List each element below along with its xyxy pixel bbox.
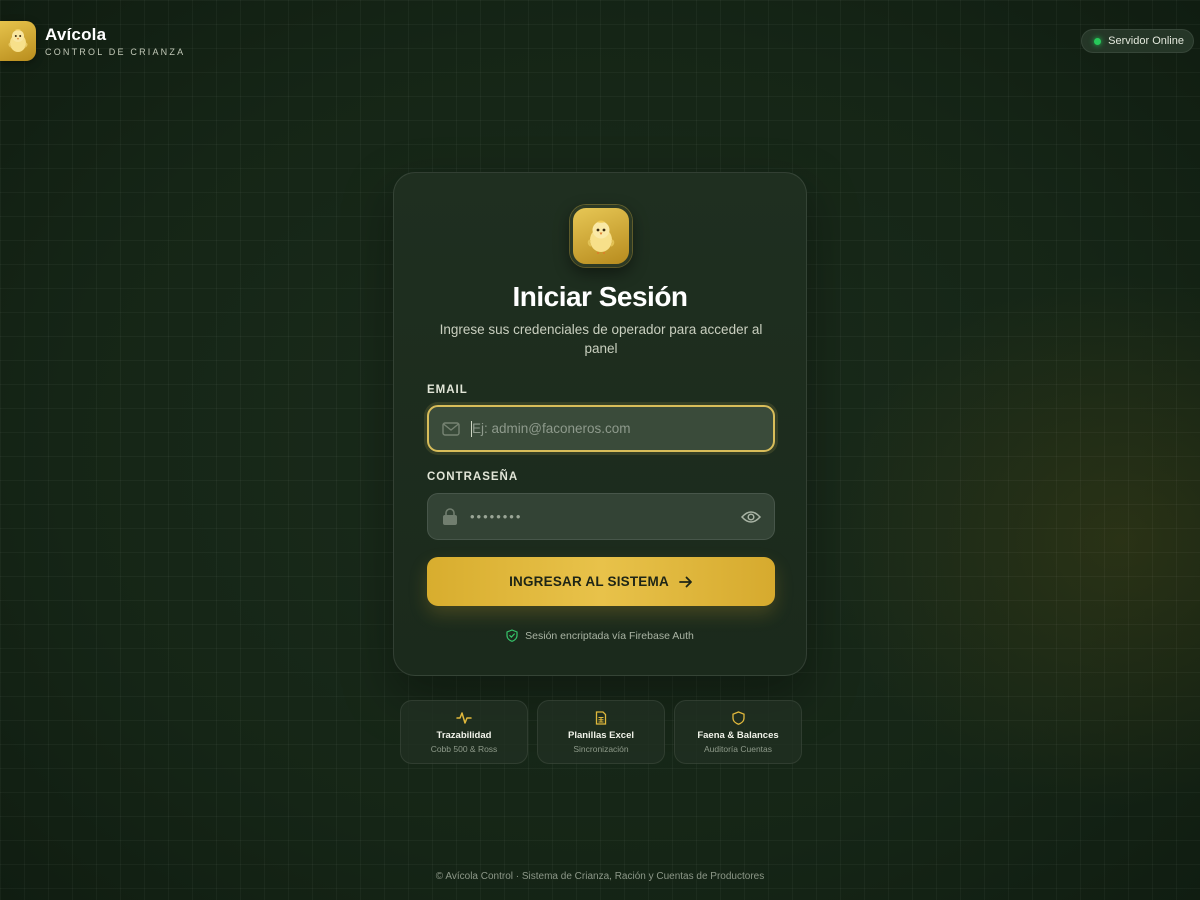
email-label: EMAIL <box>427 384 468 396</box>
shield-check-icon <box>506 629 518 642</box>
brand-title: Avícola <box>45 25 107 44</box>
chick-icon <box>570 205 632 267</box>
email-field[interactable] <box>427 405 775 452</box>
chick-icon <box>0 21 36 61</box>
secure-note-text: Sesión encriptada vía Firebase Auth <box>525 629 694 642</box>
eye-icon[interactable] <box>740 506 762 528</box>
feature-tiles: Trazabilidad Cobb 500 & Ross Planillas E… <box>400 700 802 764</box>
arrow-right-icon <box>679 576 692 587</box>
server-status-badge: Servidor Online <box>1081 29 1194 53</box>
shield-icon <box>731 710 745 726</box>
footer-text: © Avícola Control · Sistema de Crianza, … <box>435 871 765 882</box>
brand: Avícola CONTROL DE CRIANZA <box>0 21 185 61</box>
login-card: Iniciar Sesión Ingrese sus credenciales … <box>393 172 807 676</box>
submit-label: INGRESAR AL SISTEMA <box>509 574 669 589</box>
status-dot-icon <box>1094 37 1102 45</box>
mail-icon <box>441 419 461 439</box>
login-title: Iniciar Sesión <box>512 281 688 312</box>
feature-tile-planillas: Planillas Excel Sincronización <box>537 700 665 764</box>
activity-icon <box>456 710 472 726</box>
email-input[interactable] <box>472 407 773 450</box>
feature-title: Trazabilidad <box>436 730 492 741</box>
brand-subtitle: CONTROL DE CRIANZA <box>45 47 186 57</box>
feature-title: Planillas Excel <box>567 730 634 741</box>
feature-title: Faena & Balances <box>697 730 779 741</box>
feature-subtitle: Auditoría Cuentas <box>703 744 773 754</box>
submit-button[interactable]: INGRESAR AL SISTEMA <box>427 557 775 606</box>
server-status-text: Servidor Online <box>1108 35 1184 47</box>
password-label: CONTRASEÑA <box>427 471 519 483</box>
spreadsheet-icon <box>595 710 607 726</box>
password-field[interactable]: •••••••• <box>427 493 775 540</box>
feature-subtitle: Cobb 500 & Ross <box>430 744 498 754</box>
secure-note: Sesión encriptada vía Firebase Auth <box>394 629 806 642</box>
password-input[interactable]: •••••••• <box>460 509 740 524</box>
feature-subtitle: Sincronización <box>573 744 629 754</box>
feature-tile-trazabilidad: Trazabilidad Cobb 500 & Ross <box>400 700 528 764</box>
lock-icon <box>440 507 460 527</box>
feature-tile-faena: Faena & Balances Auditoría Cuentas <box>674 700 802 764</box>
login-subtitle: Ingrese sus credenciales de operador par… <box>439 322 763 356</box>
